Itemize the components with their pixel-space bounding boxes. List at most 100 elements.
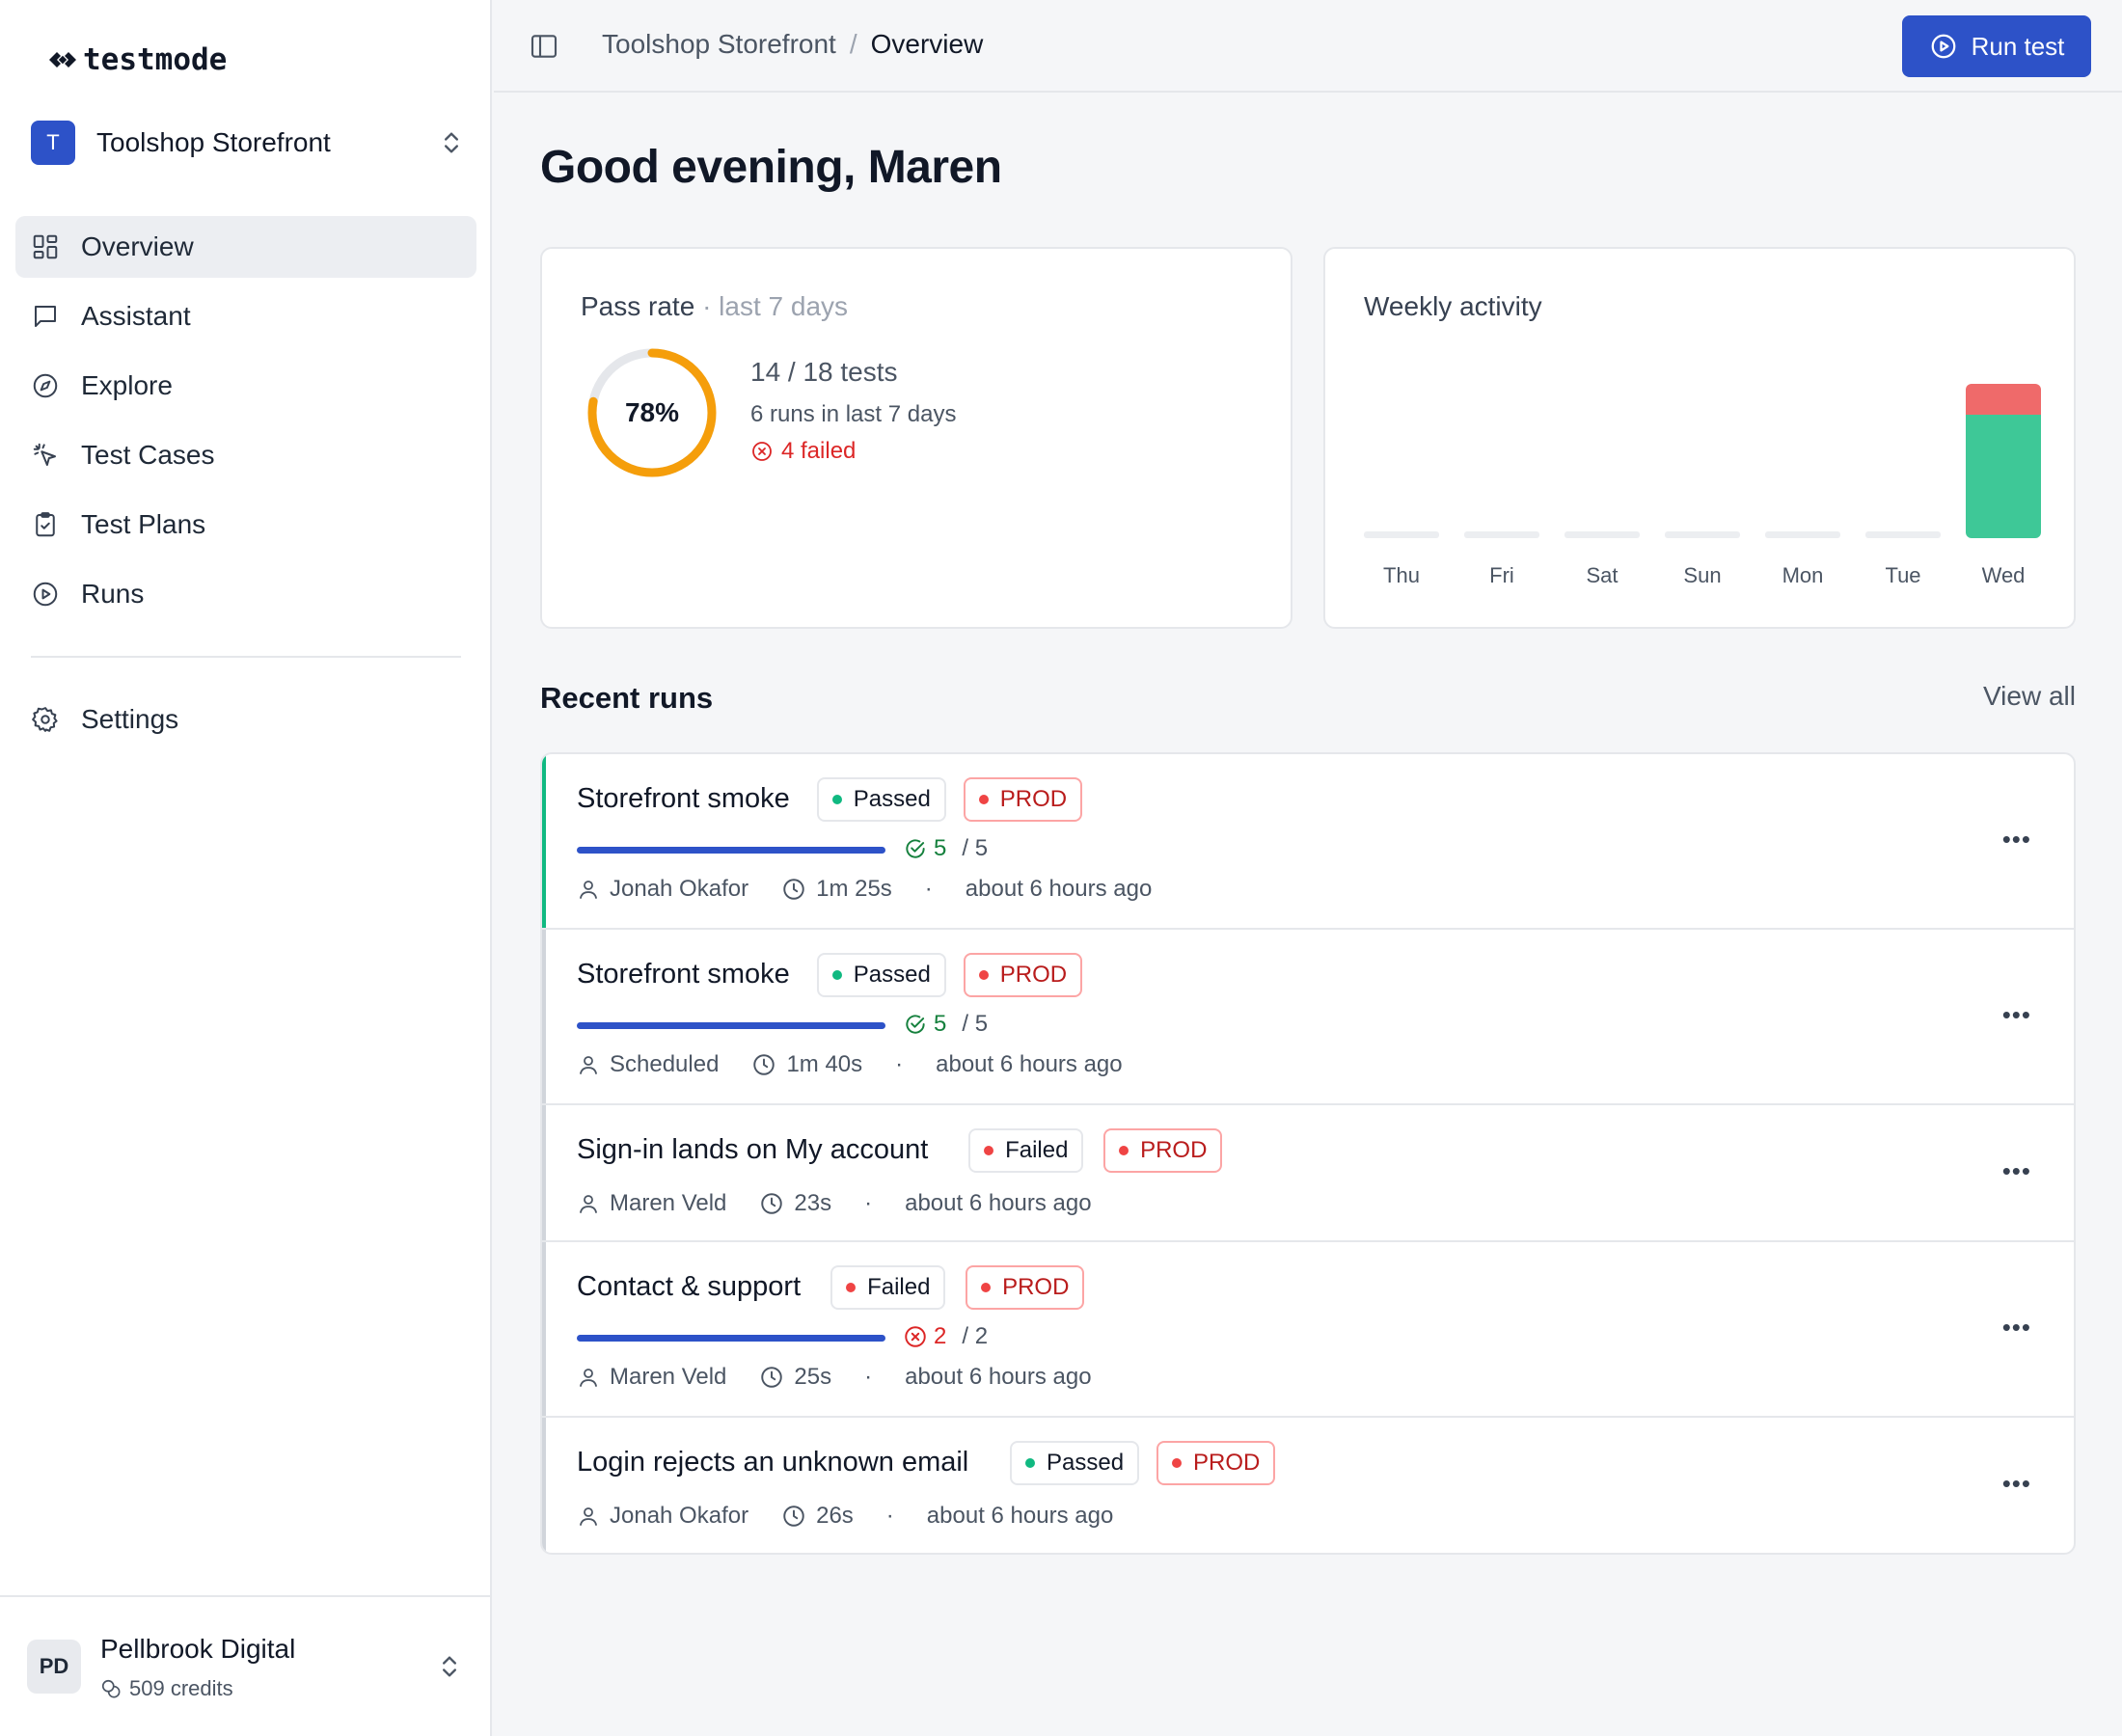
nav-item-settings[interactable]: Settings	[15, 689, 476, 750]
activity-bar-fri	[1464, 384, 1539, 538]
chat-icon	[31, 302, 60, 331]
meta-separator: ·	[864, 1190, 873, 1216]
run-name[interactable]: Storefront smoke	[577, 783, 790, 815]
run-row[interactable]: Storefront smoke Passed PROD 5 / 5 Jonah Okaf…	[542, 754, 2074, 930]
activity-day-label: Thu	[1383, 563, 1420, 587]
status-badge: Passed	[816, 777, 946, 822]
activity-bar-sat	[1564, 384, 1640, 538]
app-logo[interactable]: testmode	[48, 42, 227, 77]
env-dot	[1172, 1458, 1182, 1468]
meta-separator: ·	[885, 1503, 894, 1529]
weekly-activity-card: Weekly activity Thu Fri Sat Sun Mon Tue Wed	[1323, 247, 2076, 629]
x-circle-icon	[903, 1324, 928, 1349]
activity-day-label: Fri	[1489, 563, 1514, 587]
check-circle-icon	[903, 1012, 928, 1037]
check-circle-icon	[903, 836, 928, 861]
run-user: Jonah Okafor	[610, 876, 749, 902]
run-time: about 6 hours ago	[905, 1190, 1092, 1216]
nav-item-overview[interactable]: Overview	[15, 216, 476, 278]
run-row-accent	[542, 1418, 546, 1553]
main-nav: Overview Assistant Explore Test Cases Te…	[15, 216, 476, 633]
pass-rate-percent: 78%	[624, 397, 680, 427]
nav-item-test-plans[interactable]: Test Plans	[15, 494, 476, 556]
env-badge: PROD	[963, 777, 1083, 822]
run-step-count: 2 / 2	[903, 1323, 988, 1350]
weekly-activity-chart: Thu Fri Sat Sun Mon Tue Wed	[1364, 365, 2041, 606]
user-icon	[577, 878, 600, 901]
run-test-button[interactable]: Run test	[1902, 15, 2091, 77]
view-all-link[interactable]: View all	[1983, 681, 2076, 712]
run-row[interactable]: Sign-in lands on My account Failed PROD Mar…	[542, 1105, 2074, 1242]
more-options-icon[interactable]: •••	[2002, 1000, 2031, 1030]
failed-label: 4 failed	[781, 438, 857, 464]
status-badge: Passed	[816, 953, 946, 997]
run-time: about 6 hours ago	[926, 1503, 1114, 1529]
nav-item-test-cases[interactable]: Test Cases	[15, 424, 476, 486]
nav-item-runs[interactable]: Runs	[15, 563, 476, 625]
run-name[interactable]: Login rejects an unknown email	[577, 1447, 968, 1478]
count-total: / 5	[962, 835, 989, 861]
run-row[interactable]: Login rejects an unknown email Passed PROD…	[542, 1418, 2074, 1553]
env-badge: PROD	[1103, 1128, 1223, 1173]
activity-bar-empty	[1765, 531, 1840, 538]
nav-item-label: Test Plans	[81, 509, 206, 539]
nav-item-assistant[interactable]: Assistant	[15, 285, 476, 347]
nav-item-explore[interactable]: Explore	[15, 355, 476, 417]
run-row[interactable]: Storefront smoke Passed PROD 5 / 5 Scheduled 1…	[542, 930, 2074, 1105]
status-dot	[831, 795, 842, 804]
run-row-accent	[542, 754, 546, 928]
activity-bar-thu	[1364, 384, 1439, 538]
recent-runs-list: Storefront smoke Passed PROD 5 / 5 Jonah Okaf…	[540, 752, 2076, 1555]
breadcrumb-parent[interactable]: Toolshop Storefront	[602, 29, 836, 60]
nav-item-label: Explore	[81, 370, 173, 400]
coins-icon	[100, 1678, 122, 1699]
more-options-icon[interactable]: •••	[2002, 1156, 2031, 1186]
activity-bar-passed-segment	[1966, 415, 2041, 538]
logo-text: testmode	[83, 42, 228, 77]
org-switcher[interactable]: PD Pellbrook Digital 509 credits	[0, 1595, 492, 1736]
activity-day-label: Sun	[1683, 563, 1722, 587]
run-user: Jonah Okafor	[610, 1503, 749, 1529]
meta-separator: ·	[924, 876, 933, 902]
run-step-count: 5 / 5	[903, 835, 988, 862]
status-label: Passed	[853, 786, 931, 812]
sidebar-toggle-icon[interactable]	[529, 31, 559, 62]
run-row[interactable]: Contact & support Failed PROD 2 / 2 Maren Vel…	[542, 1242, 2074, 1418]
more-options-icon[interactable]: •••	[2002, 1469, 2031, 1499]
activity-bar-empty	[1865, 531, 1941, 538]
activity-bar-failed-segment	[1966, 384, 2041, 415]
env-dot	[1119, 1146, 1129, 1155]
workspace-avatar: T	[31, 121, 75, 165]
run-duration: 23s	[794, 1190, 832, 1216]
env-label: PROD	[1140, 1137, 1208, 1163]
run-duration: 1m 40s	[786, 1051, 863, 1077]
nav-divider	[31, 656, 461, 658]
chevron-up-down-icon	[438, 129, 465, 156]
env-dot	[981, 1283, 992, 1292]
env-badge: PROD	[966, 1265, 1085, 1310]
org-name: Pellbrook Digital	[100, 1634, 296, 1664]
clock-icon	[781, 877, 806, 902]
nav-item-label: Assistant	[81, 301, 191, 331]
settings-nav: Settings	[15, 689, 476, 758]
more-options-icon[interactable]: •••	[2002, 1313, 2031, 1343]
run-meta: Scheduled 1m 40s · about 6 hours ago	[577, 1051, 1123, 1078]
run-time: about 6 hours ago	[905, 1364, 1092, 1390]
more-options-icon[interactable]: •••	[2002, 825, 2031, 854]
status-badge: Failed	[830, 1265, 946, 1310]
activity-day-label: Sat	[1586, 563, 1619, 587]
count-done: 5	[934, 835, 947, 861]
run-name[interactable]: Contact & support	[577, 1271, 801, 1303]
workspace-switcher[interactable]: T Toolshop Storefront	[31, 118, 465, 168]
pass-rate-tests: 14 / 18 tests	[750, 357, 898, 387]
run-user: Maren Veld	[610, 1364, 727, 1390]
pass-rate-runs: 6 runs in last 7 days	[750, 401, 957, 427]
run-row-accent	[542, 1105, 546, 1240]
grid-icon	[31, 232, 60, 261]
run-name[interactable]: Storefront smoke	[577, 959, 790, 990]
status-label: Failed	[867, 1274, 931, 1300]
chevron-up-down-icon	[436, 1653, 463, 1680]
run-test-label: Run test	[1971, 31, 2065, 61]
run-step-count: 5 / 5	[903, 1011, 988, 1038]
run-name[interactable]: Sign-in lands on My account	[577, 1134, 928, 1166]
